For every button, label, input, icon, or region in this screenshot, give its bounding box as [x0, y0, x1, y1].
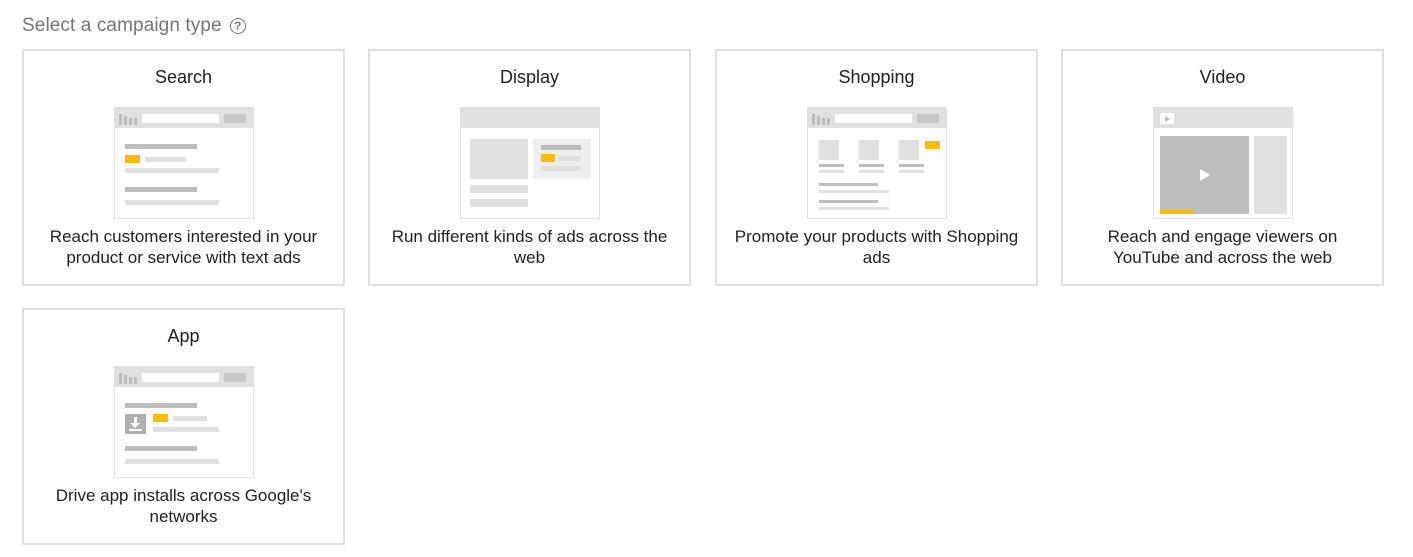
campaign-card-title: Search	[154, 67, 213, 87]
campaign-card-video[interactable]: Video Reach and engage viewers on YouTub…	[1061, 49, 1384, 286]
campaign-card-description: Drive app installs across Google's netwo…	[55, 486, 312, 526]
section-header: Select a campaign type ?	[22, 12, 246, 40]
campaign-card-title: Display	[499, 67, 560, 87]
campaign-card-title: Shopping	[838, 67, 915, 87]
campaign-card-display[interactable]: Display Run different kinds of ads acros…	[368, 49, 691, 286]
shopping-ad-illustration	[807, 107, 947, 219]
campaign-card-search[interactable]: Search Reach customers interested in you…	[22, 49, 345, 286]
question-circle-icon[interactable]: ?	[229, 18, 246, 34]
search-ad-illustration	[114, 107, 254, 219]
campaign-card-app[interactable]: App Drive app installs across Google's n…	[22, 308, 345, 545]
campaign-card-description: Reach and engage viewers on YouTube and …	[1107, 227, 1338, 267]
section-title: Select a campaign type	[22, 15, 222, 36]
app-ad-illustration	[114, 366, 254, 478]
campaign-card-shopping[interactable]: Shopping Promote your products with Shop…	[715, 49, 1038, 286]
campaign-card-title: App	[167, 326, 200, 346]
campaign-card-description: Run different kinds of ads across the we…	[391, 227, 668, 267]
campaign-card-description: Promote your products with Shopping ads	[734, 227, 1019, 267]
display-ad-illustration	[460, 107, 600, 219]
campaign-card-title: Video	[1199, 67, 1246, 87]
video-ad-illustration	[1153, 107, 1293, 219]
campaign-card-description: Reach customers interested in your produ…	[49, 227, 318, 267]
